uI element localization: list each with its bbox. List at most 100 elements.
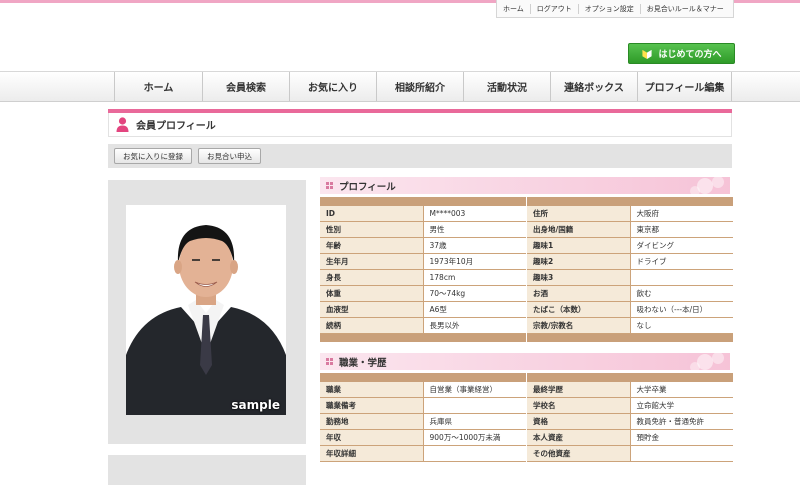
field-value (423, 445, 526, 462)
profile-table-right: 住所 大阪府 出身地/国籍 東京都 趣味1 ダイビング 趣味2 ドライブ 趣味3 お酒飲… (527, 197, 733, 342)
beginners-button-label: はじめての方へ (658, 50, 722, 60)
field-value: 大阪府 (630, 206, 733, 222)
field-value: 東京都 (630, 221, 733, 238)
field-key: 体重 (320, 285, 424, 302)
table-row: たばこ（本数） 吸わない（---本/日） (527, 301, 733, 318)
table-row: 本人資産 預貯金 (527, 429, 733, 446)
request-meeting-button[interactable]: お見合い申込 (198, 148, 261, 164)
field-value: 37歳 (423, 237, 526, 254)
table-row: 趣味3 (527, 269, 733, 286)
beginners-button[interactable]: はじめての方へ (628, 43, 735, 64)
table-row: 資格 教員免許・普通免許 (527, 413, 733, 430)
field-value: 70～74kg (423, 285, 526, 302)
table-row: 住所 大阪府 (527, 206, 733, 222)
field-value: なし (630, 317, 733, 334)
field-value: 吸わない（---本/日） (630, 301, 733, 318)
field-value: 長男以外 (423, 317, 526, 334)
field-key: 生年月 (320, 253, 424, 270)
table-row: 勤務地 兵庫県 (320, 413, 526, 430)
beginner-mark-icon (642, 49, 653, 59)
action-bar: お気に入りに登録 お見合い申込 (108, 144, 732, 168)
table-row: 身長 178cm (320, 269, 526, 286)
field-key: 資格 (527, 413, 631, 430)
photo-panel-lower (108, 455, 306, 485)
field-key: 住所 (527, 206, 631, 222)
table-row: 性別 男性 (320, 221, 526, 238)
nav-activity-status[interactable]: 活動状況 (463, 72, 550, 101)
field-key: 趣味3 (527, 269, 631, 286)
field-value: 飲む (630, 285, 733, 302)
field-value: ドライブ (630, 253, 733, 270)
field-value: 自営業（事業経営） (423, 382, 526, 398)
field-value: 立命館大学 (630, 397, 733, 414)
field-key: 出身地/国籍 (527, 221, 631, 238)
field-key: 趣味1 (527, 237, 631, 254)
nav-message-box[interactable]: 連絡ボックス (550, 72, 637, 101)
field-key: 職業 (320, 382, 424, 398)
field-key: ID (320, 206, 424, 222)
photo-panel: sample (108, 180, 306, 444)
field-value: 大学卒業 (630, 382, 733, 398)
nav-agency-intro[interactable]: 相談所紹介 (376, 72, 463, 101)
top-link-rules[interactable]: お見合いルール＆マナー (641, 4, 730, 14)
field-value: M****003 (423, 206, 526, 222)
flower-decoration-icon (690, 177, 724, 194)
table-row: お酒 飲む (527, 285, 733, 302)
field-key: 勤務地 (320, 413, 424, 430)
person-icon (116, 117, 129, 132)
bullet-squares-icon (326, 182, 333, 189)
add-favorite-button[interactable]: お気に入りに登録 (114, 148, 192, 164)
profile-section-header: プロフィール (320, 177, 730, 194)
top-link-logout[interactable]: ログアウト (531, 3, 579, 14)
table-row: 職業備考 (320, 397, 526, 414)
field-key: 年齢 (320, 237, 424, 254)
table-row: その他資産 (527, 445, 733, 462)
field-key: 年収 (320, 429, 424, 446)
field-key: 最終学歴 (527, 382, 631, 398)
table-row: 職業 自営業（事業経営） (320, 382, 526, 398)
field-value: 178cm (423, 269, 526, 286)
nav-home[interactable]: ホーム (114, 72, 202, 101)
table-row: ID M****003 (320, 206, 526, 222)
field-key: 宗教/宗教名 (527, 317, 631, 334)
table-row: 最終学歴 大学卒業 (527, 382, 733, 398)
profile-section-title: プロフィール (339, 181, 396, 193)
field-key: 性別 (320, 221, 424, 238)
field-value (630, 445, 733, 462)
field-key: 趣味2 (527, 253, 631, 270)
nav-profile-edit[interactable]: プロフィール編集 (637, 72, 732, 101)
field-key: 学校名 (527, 397, 631, 414)
main-nav: ホーム 会員検索 お気に入り 相談所紹介 活動状況 連絡ボックス プロフィール編… (0, 71, 800, 102)
career-table-right: 最終学歴 大学卒業 学校名 立命館大学 資格 教員免許・普通免許 本人資産 預貯金 その… (527, 373, 733, 462)
table-row: 学校名 立命館大学 (527, 397, 733, 414)
field-key: その他資産 (527, 445, 631, 462)
career-table-left: 職業 自営業（事業経営） 職業備考 勤務地 兵庫県 年収 900万～1000万未満 年… (320, 373, 526, 462)
table-row: 年収詳細 (320, 445, 526, 462)
field-value: 兵庫県 (423, 413, 526, 430)
field-value: 1973年10月 (423, 253, 526, 270)
field-key: お酒 (527, 285, 631, 302)
nav-favorites[interactable]: お気に入り (289, 72, 376, 101)
table-row: 生年月 1973年10月 (320, 253, 526, 270)
field-key: たばこ（本数） (527, 301, 631, 318)
flower-decoration-icon (690, 353, 724, 370)
field-key: 血液型 (320, 301, 424, 318)
nav-member-search[interactable]: 会員検索 (202, 72, 289, 101)
table-row: 趣味1 ダイビング (527, 237, 733, 254)
table-row: 体重 70～74kg (320, 285, 526, 302)
page-title: 会員プロフィール (136, 121, 216, 132)
top-links: ホーム ログアウト オプション設定 お見合いルール＆マナー (496, 0, 734, 18)
field-value: A6型 (423, 301, 526, 318)
member-photo: sample (126, 205, 286, 415)
top-link-options[interactable]: オプション設定 (579, 3, 641, 14)
top-link-home[interactable]: ホーム (497, 3, 531, 14)
profile-table-left: ID M****003 性別 男性 年齢 37歳 生年月 1973年10月 身長 178c… (320, 197, 526, 342)
field-value (630, 269, 733, 286)
sample-watermark: sample (231, 398, 280, 412)
career-section-header: 職業・学歴 (320, 353, 730, 370)
field-value: 預貯金 (630, 429, 733, 446)
table-row: 趣味2 ドライブ (527, 253, 733, 270)
page-title-box: 会員プロフィール (108, 113, 732, 137)
field-value: ダイビング (630, 237, 733, 254)
career-section-title: 職業・学歴 (339, 357, 387, 369)
